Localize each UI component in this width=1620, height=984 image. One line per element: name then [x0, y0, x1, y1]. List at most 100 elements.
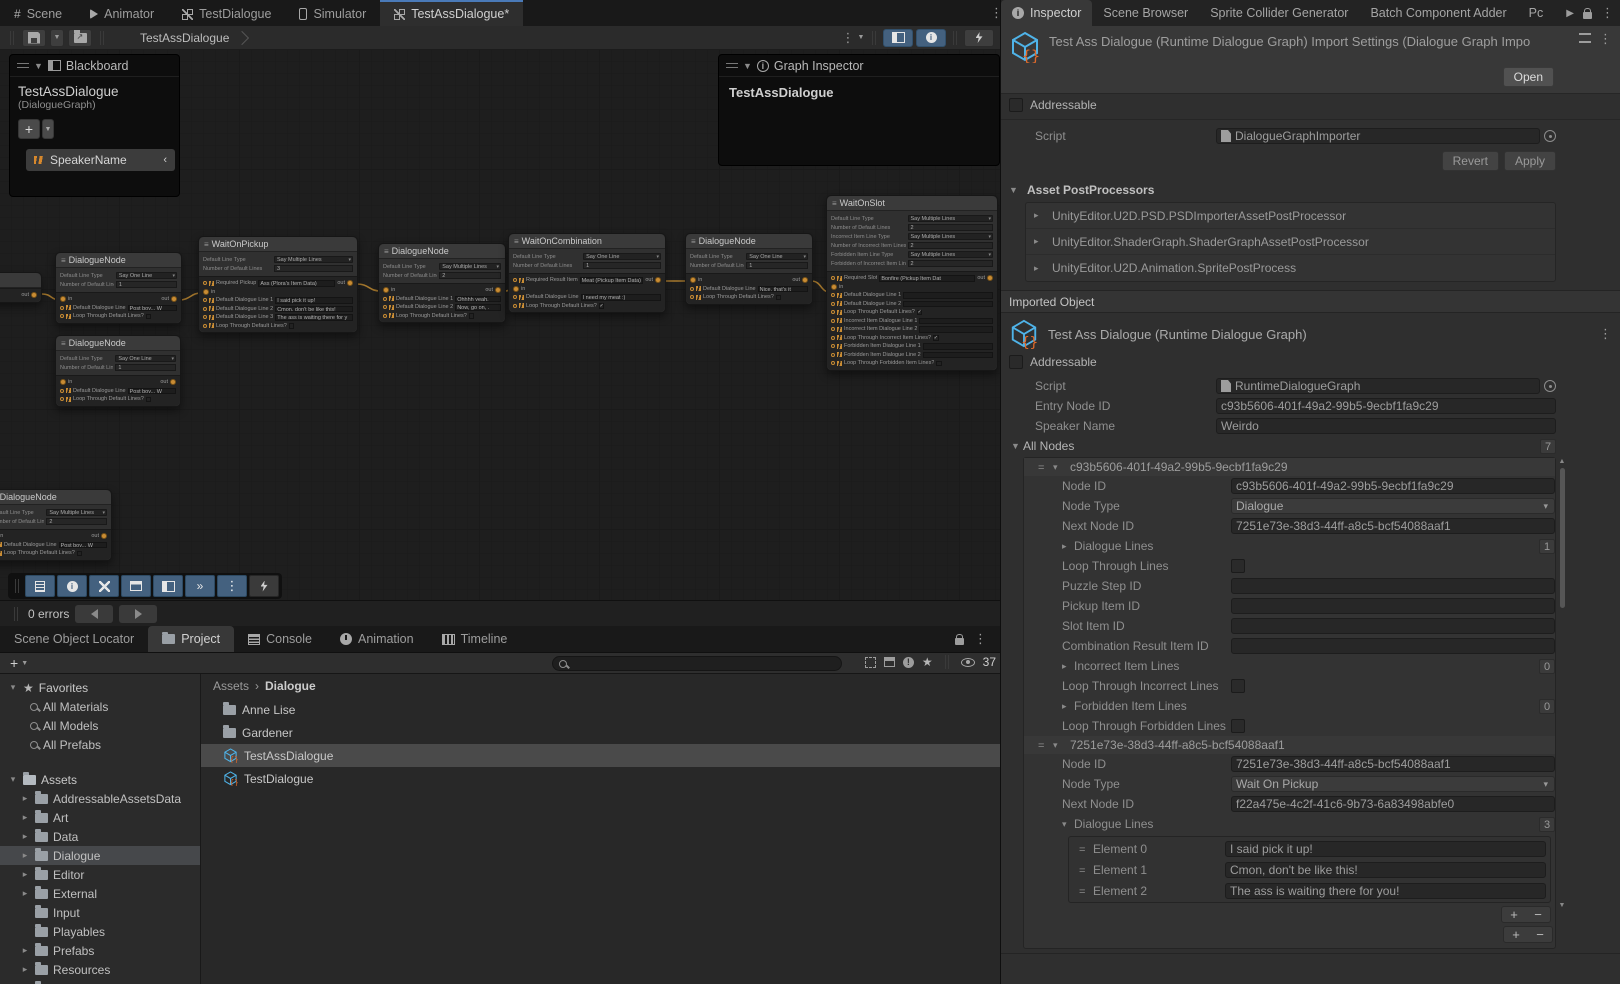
row-text-field[interactable]: DialogueGraphImporter [1216, 128, 1540, 144]
inspector-tab[interactable]: Batch Component Adder [1359, 0, 1517, 26]
row-value-field[interactable] [923, 352, 993, 359]
bottom-panel-tab[interactable]: Timeline [428, 626, 522, 652]
next-error-button[interactable] [119, 605, 157, 623]
editor-tab[interactable]: Simulator [285, 0, 380, 26]
foldout-arrow-icon[interactable]: ▼ [1011, 441, 1023, 451]
addressable-checkbox[interactable] [1009, 98, 1023, 112]
apply-button[interactable]: Apply [1504, 151, 1556, 171]
row-value-field[interactable]: Post boy... W [128, 388, 176, 395]
graph-inspector-header[interactable]: ▼ Graph Inspector [719, 55, 999, 77]
addressable-checkbox[interactable] [1009, 355, 1023, 369]
property-port-icon[interactable] [203, 324, 207, 328]
node-title-bar[interactable]: WaitOnCombination [509, 234, 665, 249]
expand-arrow-icon[interactable]: ▸ [20, 850, 30, 861]
revert-button[interactable]: Revert [1442, 151, 1499, 171]
notes-toggle-button[interactable] [25, 575, 55, 597]
row-text-field[interactable] [1231, 598, 1555, 614]
assets-tree-item[interactable]: ▸ Prefabs [0, 941, 200, 960]
property-port-icon[interactable] [383, 314, 387, 318]
collapse-arrow-icon[interactable]: ▼ [743, 61, 752, 71]
row-checkbox[interactable] [1231, 719, 1245, 733]
row-checkbox[interactable] [77, 551, 83, 557]
lock-icon[interactable] [955, 638, 964, 645]
row-checkbox[interactable] [469, 313, 475, 319]
scrollbar-thumb[interactable] [1560, 468, 1565, 608]
blackboard-header[interactable]: ▼ Blackboard [10, 55, 179, 77]
expand-arrow-icon[interactable]: ▾ [8, 774, 18, 785]
blackboard-panel[interactable]: ▼ Blackboard TestAssDialogue (DialogueGr… [9, 54, 180, 197]
property-port-icon[interactable] [203, 281, 207, 285]
create-asset-button[interactable]: + [10, 655, 18, 671]
row-text-field[interactable] [1231, 638, 1555, 654]
row-value-field[interactable] [919, 318, 993, 325]
row-checkbox[interactable] [146, 397, 152, 403]
expand-arrow-icon[interactable]: ▸ [20, 888, 30, 899]
row-checkbox[interactable] [1231, 559, 1245, 573]
expand-arrow-icon[interactable]: ▾ [8, 682, 18, 693]
property-port-icon[interactable] [203, 315, 207, 319]
open-button[interactable]: Open [1503, 67, 1554, 87]
project-file-row[interactable]: Gardener [201, 721, 1000, 744]
assets-tree-item[interactable]: ▸ AddressableAssetsData [0, 789, 200, 808]
element-text-field[interactable]: Cmon, don't be like this! [1225, 862, 1546, 878]
row-checkbox[interactable] [776, 295, 782, 301]
toggle-graph-inspector-button[interactable] [916, 29, 946, 47]
property-value[interactable]: 2 [908, 260, 993, 267]
drag-handle-icon[interactable] [726, 63, 738, 68]
row-text-field[interactable]: 7251e73e-38d3-44ff-a8c5-bcf54088aaf1 [1231, 756, 1555, 772]
object-picker-icon[interactable] [1544, 380, 1556, 392]
property-port-icon[interactable] [831, 353, 835, 357]
row-text-field[interactable]: RuntimeDialogueGraph [1216, 378, 1540, 394]
property-value[interactable]: Say Multiple Lines [908, 233, 993, 240]
graph-canvas[interactable]: ▼ Blackboard TestAssDialogue (DialogueGr… [0, 50, 1000, 600]
property-value[interactable]: Say Multiple Lines [46, 509, 107, 516]
input-port[interactable] [383, 287, 389, 293]
input-port[interactable] [203, 289, 209, 295]
graph-node[interactable]: DialogueNode Default Line Type Say One L… [55, 252, 182, 324]
favorites-item[interactable]: All Materials [0, 697, 200, 716]
property-port-icon[interactable] [513, 304, 517, 308]
input-port[interactable] [513, 286, 519, 292]
node-title-bar[interactable]: DialogueNode [0, 490, 111, 505]
row-checkbox[interactable] [917, 310, 923, 316]
row-value-field[interactable]: Meat (Pickup Item Data) [580, 277, 644, 284]
row-value-field[interactable]: I said pick it up! [275, 297, 353, 304]
inspector-scroll-area[interactable]: Script DialogueGraphImporter Revert Appl… [1001, 120, 1620, 984]
output-port[interactable] [171, 296, 177, 302]
graph-node[interactable]: DialogueNode Default Line Type Say Multi… [0, 489, 112, 561]
transition-toggle-button[interactable] [185, 575, 215, 597]
previous-error-button[interactable] [75, 605, 113, 623]
output-port[interactable] [101, 533, 107, 539]
assets-tree-item[interactable]: Playables [0, 922, 200, 941]
editor-tab[interactable]: TestDialogue [168, 0, 285, 26]
add-variable-button[interactable]: + [18, 119, 40, 139]
property-port-icon[interactable] [831, 336, 835, 340]
row-text-field[interactable]: 7251e73e-38d3-44ff-a8c5-bcf54088aaf1 [1231, 518, 1555, 534]
row-value-field[interactable] [923, 343, 993, 350]
foldout-arrow-icon[interactable]: ▾ [1053, 462, 1065, 473]
assets-root[interactable]: ▾ Assets [0, 770, 200, 789]
row-value-field[interactable]: Cmon, don't be like this! [275, 306, 353, 313]
node-title-bar[interactable]: DialogueNode [379, 244, 505, 259]
property-port-icon[interactable] [831, 344, 835, 348]
toggle-preview-button[interactable] [964, 29, 994, 47]
property-value[interactable]: Say One Line [116, 272, 177, 279]
favorites-header[interactable]: ▾ Favorites [0, 678, 200, 697]
save-button[interactable] [22, 29, 46, 47]
foldout-arrow-icon[interactable]: ▾ [1053, 740, 1065, 751]
row-value-field[interactable]: Ass (Plora's Item Data) [258, 280, 335, 287]
property-port-icon[interactable] [513, 295, 517, 299]
add-node-button[interactable] [1512, 927, 1520, 942]
graph-node[interactable]: DialogueNode Default Line Type Say One L… [55, 335, 181, 407]
property-value[interactable]: 2 [46, 518, 107, 525]
graph-inspector-panel[interactable]: ▼ Graph Inspector TestAssDialogue [718, 54, 1000, 166]
row-checkbox[interactable] [936, 361, 942, 367]
row-text-field[interactable] [1231, 578, 1555, 594]
row-dropdown[interactable]: Dialogue [1231, 498, 1555, 514]
more-options-button[interactable] [217, 575, 247, 597]
output-port[interactable] [170, 379, 176, 385]
row-value-field[interactable] [919, 326, 993, 333]
breadcrumb-root[interactable]: Assets [213, 679, 249, 693]
node-title-bar[interactable]: DialogueNode [686, 234, 812, 249]
row-value-field[interactable]: Post boy... W [128, 305, 177, 312]
